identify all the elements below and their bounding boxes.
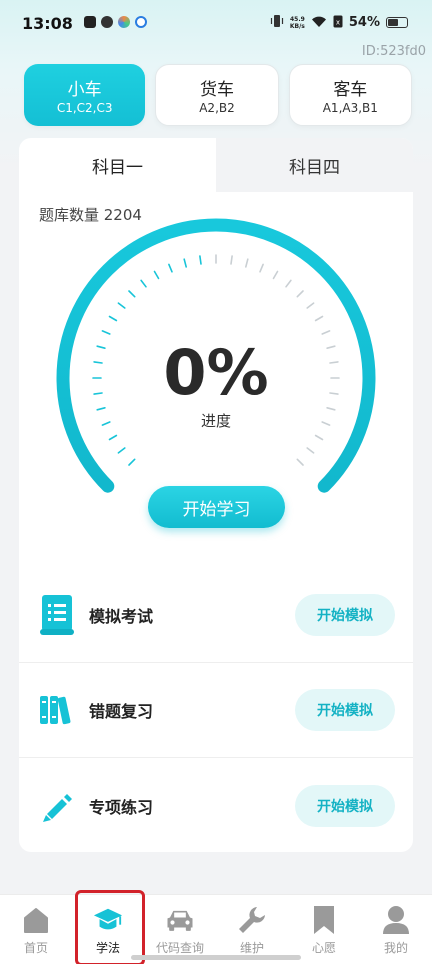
- progress-label: 进度: [200, 412, 231, 430]
- home-indicator: [131, 955, 301, 960]
- nav-home[interactable]: 首页: [0, 895, 72, 964]
- bookmark-icon: [309, 905, 339, 935]
- nav-label: 心愿: [311, 941, 336, 955]
- gauge-tick: [329, 392, 339, 395]
- gauge-tick: [296, 458, 304, 466]
- status-indicators: 45.9 KB/s x 54%: [270, 14, 408, 31]
- gauge-tick: [108, 315, 118, 322]
- svg-text:x: x: [336, 18, 340, 26]
- gauge-tick: [96, 406, 106, 411]
- gauge-tick: [101, 330, 111, 335]
- exam-scroll-icon: [39, 593, 75, 637]
- net-speed: 45.9 KB/s: [290, 16, 305, 30]
- gauge-tick: [101, 421, 111, 426]
- gauge-tick: [306, 447, 315, 454]
- gauge-tick: [230, 255, 233, 265]
- gauge-tick: [183, 258, 187, 268]
- app-notification-icon: [135, 16, 147, 28]
- tab-vehicle-bus[interactable]: 客车 A1,A3,B1: [288, 64, 412, 126]
- gauge-tick: [245, 258, 249, 268]
- nav-wishlist[interactable]: 心愿: [288, 895, 360, 964]
- gauge-tick: [93, 392, 103, 395]
- nav-label: 维护: [239, 941, 264, 955]
- vehicle-tab-title: 货车: [199, 80, 234, 100]
- mode-title: 模拟考试: [89, 607, 154, 626]
- gauge-tick: [117, 302, 126, 309]
- status-bar: 13:08 45.9 KB/s x 54%: [0, 0, 432, 48]
- net-speed-value: 45.9: [289, 15, 305, 23]
- selection-highlight: [75, 890, 145, 964]
- gauge-tick: [108, 434, 118, 441]
- car-icon: [165, 905, 195, 935]
- vibrate-icon: [270, 14, 284, 31]
- bottom-nav: 首页 学法 代码查询 维护 心愿 我的: [0, 894, 432, 964]
- pencil-icon: [39, 784, 75, 828]
- vehicle-tab-title: 小车: [67, 80, 102, 100]
- status-time: 13:08: [22, 14, 73, 33]
- gauge-tick: [153, 270, 160, 280]
- user-id: ID:523fd0: [361, 44, 426, 59]
- nav-maintenance[interactable]: 维护: [216, 895, 288, 964]
- wrench-icon: [237, 905, 267, 935]
- gauge-tick: [128, 290, 136, 298]
- gauge-tick: [329, 361, 339, 364]
- mode-row-special-practice[interactable]: 专项练习 开始模拟: [19, 758, 413, 852]
- gauge-tick: [96, 345, 106, 349]
- net-speed-unit: KB/s: [289, 22, 305, 30]
- nav-code-lookup[interactable]: 代码查询: [144, 895, 216, 964]
- battery-percent: 54%: [348, 15, 380, 30]
- gauge-tick: [128, 458, 136, 466]
- wifi-icon: [311, 15, 327, 31]
- mode-title: 错题复习: [89, 702, 154, 721]
- nav-label: 我的: [383, 941, 408, 955]
- gauge-tick: [117, 447, 126, 454]
- gauge-tick: [314, 315, 324, 322]
- start-practice-button[interactable]: 开始模拟: [295, 784, 395, 827]
- progress-value: 0%: [163, 336, 269, 409]
- home-icon: [21, 905, 51, 935]
- gauge-tick: [259, 263, 264, 273]
- nav-label: 代码查询: [155, 941, 204, 955]
- gauge-tick: [285, 279, 292, 288]
- progress-readout: 0% 进度: [116, 338, 316, 431]
- vehicle-tab-title: 客车: [333, 80, 368, 100]
- vehicle-tab-codes: C1,C2,C3: [56, 101, 113, 115]
- vehicle-type-tabs: 小车 C1,C2,C3 货车 A2,B2 客车 A1,A3,B1: [24, 64, 412, 126]
- gauge-tick: [93, 361, 103, 364]
- status-app-icons: [84, 16, 147, 28]
- gauge-tick: [272, 270, 279, 280]
- start-study-button[interactable]: 开始学习: [148, 486, 285, 528]
- study-card: 科目一 科目四 题库数量 2204 0% 进度 开始学习 模拟考试 开始模拟 错…: [19, 138, 413, 852]
- mode-title: 专项练习: [89, 797, 154, 817]
- gauge-tick: [199, 255, 202, 265]
- sim-icon: x: [333, 15, 343, 31]
- start-review-button[interactable]: 开始模拟: [295, 689, 395, 731]
- mode-row-wrong-review[interactable]: 错题复习 开始模拟: [19, 663, 413, 758]
- start-mock-button[interactable]: 开始模拟: [295, 594, 395, 636]
- books-icon: [39, 688, 75, 732]
- gauge-tick: [326, 345, 336, 349]
- gauge-tick: [168, 263, 173, 273]
- battery-icon: [386, 17, 408, 28]
- practice-modes-list: 模拟考试 开始模拟 错题复习 开始模拟 专项练习 开始模拟: [19, 568, 413, 852]
- app-notification-icon: [84, 16, 96, 28]
- gauge-tick: [314, 434, 324, 441]
- vehicle-tab-codes: A2,B2: [199, 101, 235, 115]
- user-icon: [381, 905, 411, 935]
- gauge-tick: [321, 330, 331, 335]
- nav-label: 首页: [23, 941, 48, 955]
- gauge-tick: [296, 290, 304, 298]
- gauge-tick: [321, 421, 331, 426]
- nav-profile[interactable]: 我的: [360, 895, 432, 964]
- tab-vehicle-small-car[interactable]: 小车 C1,C2,C3: [24, 64, 146, 126]
- vehicle-tab-codes: A1,A3,B1: [322, 101, 378, 115]
- mode-row-mock-exam[interactable]: 模拟考试 开始模拟: [19, 568, 413, 663]
- app-notification-icon: [118, 16, 130, 28]
- gauge-tick: [140, 279, 147, 288]
- app-notification-icon: [101, 16, 113, 28]
- gauge-tick: [326, 406, 336, 411]
- gauge-tick: [306, 302, 315, 309]
- tab-vehicle-truck[interactable]: 货车 A2,B2: [155, 64, 279, 126]
